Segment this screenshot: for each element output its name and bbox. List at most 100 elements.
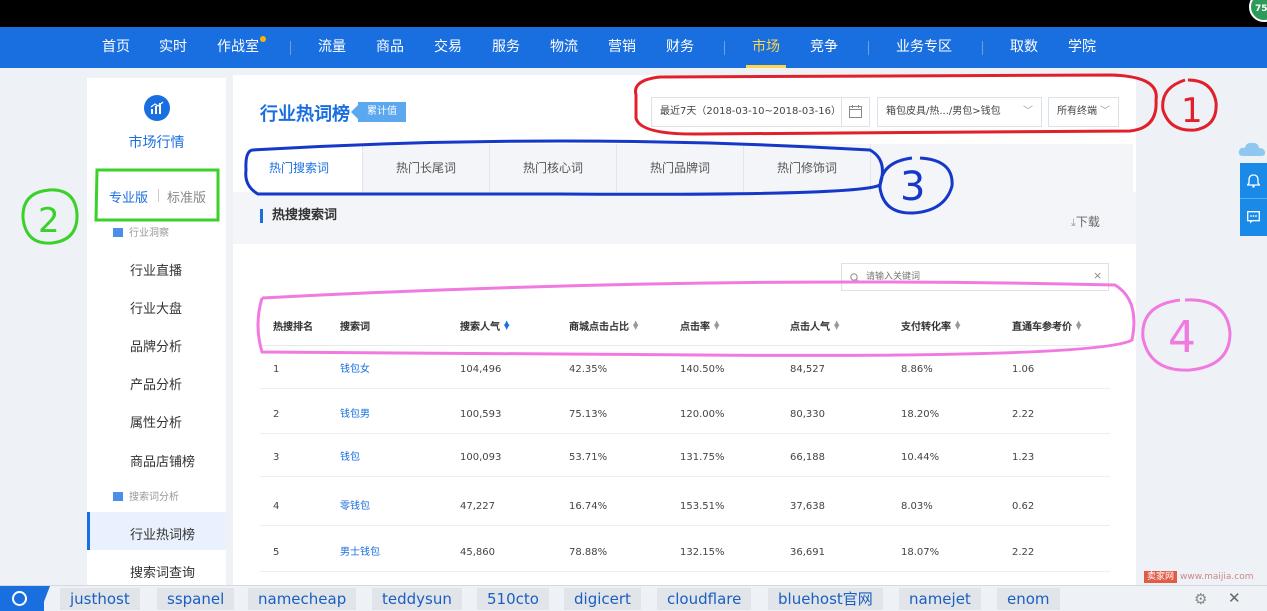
cell-term-link[interactable]: 男士钱包: [340, 534, 380, 572]
cell-mall-click-ratio: 53.71%: [569, 452, 608, 463]
cell-term-link[interactable]: 钱包女: [340, 351, 370, 389]
notification-badge[interactable]: 75: [1249, 0, 1267, 22]
sort-icon[interactable]: ▲ ▼: [504, 320, 509, 331]
taskbar-tab[interactable]: cloudflare: [657, 588, 752, 610]
sidebar-item-industry-overview[interactable]: 行业大盘: [130, 298, 182, 317]
cell-rank: 2: [273, 409, 280, 420]
sort-icon[interactable]: ▲ ▼: [1076, 320, 1081, 331]
nav-item-home[interactable]: 首页: [102, 27, 130, 68]
nav-item-warroom[interactable]: 作战室: [217, 27, 266, 68]
tab-hot-brand-terms[interactable]: 热门品牌词: [617, 144, 744, 192]
cell-click-rate: 140.50%: [680, 364, 725, 375]
taskbar-tab[interactable]: sspanel: [157, 588, 235, 610]
column-header-search-popularity[interactable]: 搜索人气 ▲ ▼: [460, 310, 509, 346]
sidebar-item-product-analysis[interactable]: 产品分析: [130, 374, 182, 393]
cell-rank: 5: [273, 547, 280, 558]
cell-click-rate: 120.00%: [680, 409, 725, 420]
taskbar-tab[interactable]: namecheap: [248, 588, 357, 610]
cell-conversion-rate: 8.86%: [901, 364, 933, 375]
nav-item-academy[interactable]: 学院: [1068, 27, 1096, 68]
table-row: 2 钱包男 100,593 75.13% 120.00% 80,330 18.2…: [260, 396, 1110, 434]
terminal-select[interactable]: 所有终端 ﹀: [1048, 97, 1119, 127]
section-header-label: 搜索词分析: [129, 492, 179, 503]
sidebar-title: 市场行情: [128, 135, 185, 151]
cell-term-link[interactable]: 钱包: [340, 439, 360, 477]
search-icon: [850, 273, 860, 283]
nav-item-compete[interactable]: 竞争: [810, 27, 838, 68]
tab-hot-core-terms[interactable]: 热门核心词: [490, 144, 617, 192]
tab-hot-longtail-terms[interactable]: 热门长尾词: [363, 144, 490, 192]
annotation-number-1: 1: [1181, 91, 1203, 131]
sidebar-item-shop-ranking[interactable]: 商品店铺榜: [130, 451, 195, 470]
cloud-icon: [1238, 142, 1265, 156]
column-header-click-popularity[interactable]: 点击人气 ▲ ▼: [790, 310, 839, 346]
gear-icon[interactable]: ⚙: [1194, 590, 1207, 608]
column-header-mall-click-ratio[interactable]: 商城点击占比 ▲ ▼: [569, 310, 638, 346]
nav-divider: [724, 41, 725, 55]
cell-click-rate: 153.51%: [680, 501, 725, 512]
calendar-button[interactable]: [841, 98, 869, 126]
sidebar: 市场行情 专业版 标准版 行业洞察 行业直播 行业大盘 品牌分析 产品分析 属性…: [87, 78, 226, 586]
column-header-conversion-rate[interactable]: 支付转化率 ▲ ▼: [901, 310, 960, 346]
cell-conversion-rate: 18.20%: [901, 409, 940, 420]
taskbar-tab[interactable]: teddysun: [372, 588, 462, 610]
sidebar-item-hot-terms[interactable]: 行业热词榜: [130, 524, 195, 543]
taskbar-tab[interactable]: namejet: [899, 588, 981, 610]
cell-term-link[interactable]: 零钱包: [340, 488, 370, 526]
watermark: 卖家网 www.maijia.com: [1144, 569, 1254, 583]
nav-item-traffic[interactable]: 流量: [318, 27, 346, 68]
section-bar: 热搜搜索词 ⤓下载: [233, 192, 1136, 244]
clear-icon[interactable]: ×: [1093, 269, 1102, 282]
category-select[interactable]: 箱包皮具/热.../男包>钱包 ﹀: [877, 97, 1042, 127]
sort-icon[interactable]: ▲ ▼: [955, 320, 960, 331]
sidebar-item-industry-live[interactable]: 行业直播: [130, 260, 182, 279]
column-header-ad-price[interactable]: 直通车参考价 ▲ ▼: [1012, 310, 1081, 346]
table-row: 3 钱包 100,093 53.71% 131.75% 66,188 10.44…: [260, 439, 1110, 477]
keyword-search-input[interactable]: [866, 268, 1076, 286]
cell-click-popularity: 37,638: [790, 501, 825, 512]
date-range-select[interactable]: 最近7天（2018-03-10~2018-03-16）: [651, 97, 870, 127]
nav-item-trade[interactable]: 交易: [434, 27, 462, 68]
taskbar-tab[interactable]: digicert: [564, 588, 641, 610]
taskbar-tab[interactable]: enom: [997, 588, 1060, 610]
taskbar-tab[interactable]: justhost: [60, 588, 140, 610]
sort-icon[interactable]: ▲ ▼: [834, 320, 839, 331]
close-icon[interactable]: ✕: [1228, 589, 1241, 607]
cell-click-popularity: 66,188: [790, 452, 825, 463]
sidebar-item-term-query[interactable]: 搜索词查询: [130, 562, 195, 581]
tab-hot-modifier-terms[interactable]: 热门修饰词: [744, 144, 871, 192]
nav-item-market[interactable]: 市场: [746, 27, 786, 68]
sidebar-item-brand-analysis[interactable]: 品牌分析: [130, 336, 182, 355]
download-button[interactable]: ⤓下载: [1071, 213, 1100, 230]
column-header-click-rate[interactable]: 点击率 ▲ ▼: [680, 310, 719, 346]
notification-button[interactable]: [1240, 163, 1267, 199]
nav-item-logistics[interactable]: 物流: [550, 27, 578, 68]
pink-marker-circle-4: [1141, 298, 1232, 372]
nav-item-fetch-data[interactable]: 取数: [1010, 27, 1038, 68]
tab-hot-search-terms[interactable]: 热门搜索词: [236, 144, 363, 192]
nav-item-business-zone[interactable]: 业务专区: [896, 27, 952, 68]
cell-ad-price: 2.22: [1012, 547, 1035, 558]
version-standard-tab[interactable]: 标准版: [167, 187, 206, 206]
nav-item-marketing[interactable]: 营销: [608, 27, 636, 68]
date-range-value: 最近7天（2018-03-10~2018-03-16）: [660, 106, 841, 117]
nav-divider: [868, 41, 869, 55]
chevron-down-icon: ﹀: [1100, 106, 1110, 117]
table-row: 5 男士钱包 45,860 78.88% 132.15% 36,691 18.0…: [260, 534, 1110, 572]
taskbar-tab[interactable]: bluehost官网: [768, 588, 883, 610]
cell-click-rate: 132.15%: [680, 547, 725, 558]
start-button[interactable]: [0, 586, 50, 611]
market-chart-icon: [144, 95, 170, 121]
chat-button[interactable]: [1240, 200, 1267, 236]
sort-icon[interactable]: ▲ ▼: [633, 320, 638, 331]
nav-item-finance[interactable]: 财务: [666, 27, 694, 68]
sidebar-item-attribute-analysis[interactable]: 属性分析: [130, 412, 182, 431]
nav-item-goods[interactable]: 商品: [376, 27, 404, 68]
taskbar-tab[interactable]: 510cto: [477, 588, 549, 610]
cell-conversion-rate: 18.07%: [901, 547, 940, 558]
sort-icon[interactable]: ▲ ▼: [714, 320, 719, 331]
nav-item-service[interactable]: 服务: [492, 27, 520, 68]
cell-term-link[interactable]: 钱包男: [340, 396, 370, 434]
version-pro-tab[interactable]: 专业版: [109, 187, 148, 206]
nav-item-realtime[interactable]: 实时: [159, 27, 187, 68]
